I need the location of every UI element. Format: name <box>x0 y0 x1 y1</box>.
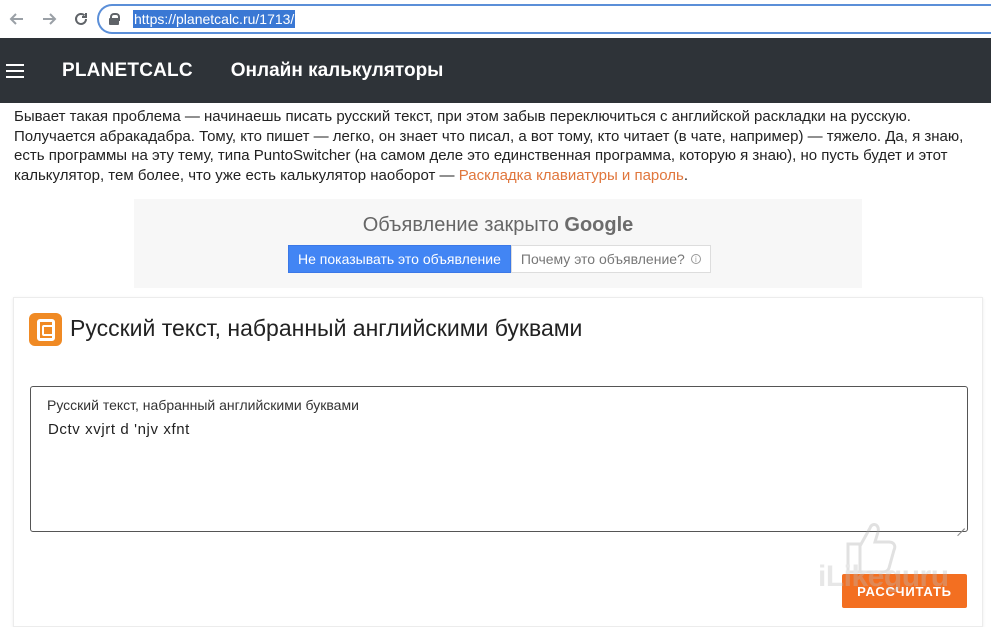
intro-paragraph: Бывает такая проблема — начинаешь писать… <box>14 107 974 185</box>
reload-button[interactable] <box>66 4 96 34</box>
browser-toolbar: https://planetcalc.ru/1713/ <box>0 0 991 38</box>
watermark-text: iLikeguru <box>818 560 949 593</box>
intro-trailing: . <box>683 166 689 184</box>
ad-closed-message: Объявление закрыто Google <box>134 214 862 237</box>
reload-icon <box>75 12 87 25</box>
planetcalc-logo-icon <box>29 313 62 346</box>
lock-icon <box>109 13 120 25</box>
textarea-label: Русский текст, набранный английскими бук… <box>47 397 359 413</box>
google-logo: Google <box>564 214 634 236</box>
arrow-left-icon <box>9 13 23 25</box>
ad-block: Объявление закрыто Google Не показывать … <box>134 199 862 288</box>
site-header: PLANETCALC Онлайн калькуляторы <box>0 38 991 103</box>
info-icon: i <box>690 254 701 264</box>
forward-button[interactable] <box>34 4 64 34</box>
why-ad-button[interactable]: Почему это объявление? i <box>510 245 711 273</box>
russian-text-textarea[interactable]: Русский текст, набранный английскими бук… <box>30 386 968 532</box>
textarea-value[interactable]: Dctv xvjrt d 'njv xfnt <box>48 421 190 438</box>
keyboard-layout-link[interactable]: Раскладка клавиатуры и пароль <box>459 167 684 184</box>
address-bar[interactable]: https://planetcalc.ru/1713/ <box>97 4 991 34</box>
ad-buttons: Не показывать это объявление Почему это … <box>288 245 711 273</box>
url-text[interactable]: https://planetcalc.ru/1713/ <box>133 10 296 28</box>
arrow-right-icon <box>43 13 57 25</box>
ad-closed-text: Объявление закрыто <box>362 214 559 236</box>
back-button[interactable] <box>2 4 32 34</box>
site-logo[interactable]: PLANETCALC <box>62 60 193 82</box>
nav-title-link[interactable]: Онлайн калькуляторы <box>231 60 444 82</box>
why-ad-label: Почему это объявление? <box>520 251 685 267</box>
hide-ad-button[interactable]: Не показывать это объявление <box>288 245 511 273</box>
calculator-title: Русский текст, набранный английскими бук… <box>70 315 583 341</box>
menu-icon[interactable] <box>6 63 24 78</box>
watermark: iLikeguru <box>818 514 978 606</box>
